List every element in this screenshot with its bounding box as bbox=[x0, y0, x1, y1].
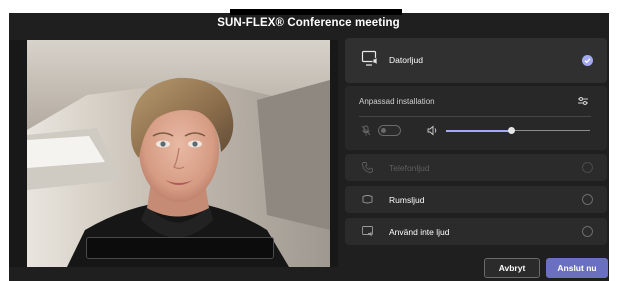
phone-audio-radio[interactable] bbox=[582, 162, 593, 173]
computer-audio-option[interactable]: Datorljud bbox=[345, 38, 607, 83]
no-audio-radio[interactable] bbox=[582, 226, 593, 237]
video-left-margin bbox=[9, 40, 27, 267]
camera-preview bbox=[27, 40, 330, 267]
volume-slider-thumb[interactable] bbox=[508, 127, 515, 134]
room-audio-icon bbox=[362, 195, 373, 204]
no-audio-option[interactable]: Använd inte ljud bbox=[345, 218, 607, 245]
settings-divider bbox=[359, 116, 591, 117]
camera-notch bbox=[230, 9, 402, 15]
join-now-button[interactable]: Anslut nu bbox=[546, 258, 608, 278]
volume-slider-fill bbox=[446, 129, 511, 132]
selected-check-icon bbox=[582, 55, 593, 66]
mic-off-icon bbox=[361, 125, 371, 136]
volume-slider[interactable] bbox=[446, 127, 590, 134]
participant-name-bar bbox=[86, 237, 274, 259]
no-audio-icon bbox=[362, 226, 373, 237]
video-right-margin bbox=[330, 40, 338, 267]
mic-toggle[interactable] bbox=[378, 125, 401, 136]
computer-audio-icon bbox=[361, 50, 378, 66]
window-title: SUN-FLEX® Conference meeting bbox=[217, 17, 400, 29]
speaker-volume-icon bbox=[427, 125, 437, 136]
no-audio-label: Använd inte ljud bbox=[389, 227, 450, 237]
room-audio-label: Rumsljud bbox=[389, 195, 425, 205]
phone-audio-option[interactable]: Telefonljud bbox=[345, 154, 607, 181]
settings-sliders-icon[interactable] bbox=[577, 96, 589, 106]
mic-toggle-knob bbox=[381, 128, 386, 133]
camera-preview-image bbox=[27, 40, 330, 267]
room-audio-radio[interactable] bbox=[582, 194, 593, 205]
phone-audio-icon bbox=[362, 162, 373, 173]
custom-setup-label: Anpassad installation bbox=[359, 97, 435, 106]
cancel-button[interactable]: Avbryt bbox=[484, 258, 540, 278]
custom-setup-panel: Anpassad installation bbox=[345, 86, 607, 150]
computer-audio-label: Datorljud bbox=[389, 55, 424, 65]
phone-audio-label: Telefonljud bbox=[389, 163, 430, 173]
room-audio-option[interactable]: Rumsljud bbox=[345, 186, 607, 213]
